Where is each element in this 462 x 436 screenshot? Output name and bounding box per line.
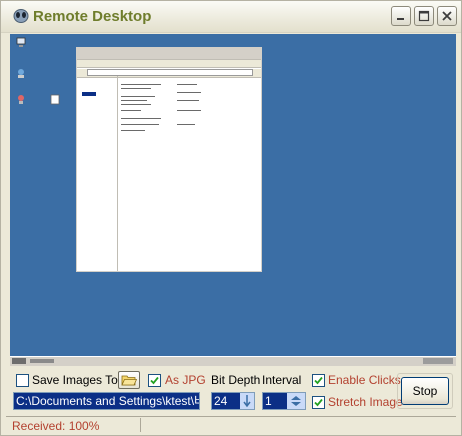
enable-clicks-label: Enable Clicks (328, 373, 401, 387)
bit-depth-spinner[interactable]: 24 (211, 392, 255, 410)
as-jpg-label: As JPG (165, 373, 206, 387)
stretch-image-checkbox[interactable] (312, 396, 325, 409)
close-icon (442, 11, 452, 21)
save-images-checkbox[interactable] (16, 374, 29, 387)
maximize-icon (418, 10, 430, 22)
maximize-button[interactable] (414, 6, 434, 26)
stop-button[interactable]: Stop (401, 377, 449, 405)
checkmark-icon (314, 376, 323, 385)
checkmark-icon (314, 398, 323, 407)
remote-system-tray (423, 358, 453, 364)
interval-value: 1 (265, 394, 272, 408)
enable-clicks-checkbox[interactable] (312, 374, 325, 387)
remote-start-button[interactable] (12, 358, 26, 364)
my-computer-icon (16, 37, 26, 47)
bit-depth-label: Bit Depth (211, 373, 261, 387)
checkmark-icon (150, 376, 159, 385)
interval-label: Interval (262, 373, 302, 387)
status-bar: Received: 100% (6, 416, 456, 433)
save-path-field[interactable]: C:\Documents and Settings\ktest\바탕 (13, 392, 200, 410)
status-separator (140, 418, 141, 432)
status-text: Received: 100% (12, 419, 100, 433)
minimize-button[interactable] (391, 6, 411, 26)
recycle-bin-icon (18, 95, 24, 104)
remote-desktop-window: Remote Desktop Save Images To As JPG Bit… (0, 0, 462, 436)
remote-explorer-window (76, 47, 262, 272)
bit-depth-value: 24 (214, 394, 228, 408)
file-icon (50, 94, 60, 105)
remote-taskbar (10, 356, 456, 366)
save-images-label: Save Images To (32, 373, 118, 387)
interval-spinner[interactable]: 1 (262, 392, 306, 410)
stretch-image-label: Stretch Image (328, 395, 403, 409)
remote-screen-view[interactable] (10, 34, 456, 366)
remote-quick-launch (30, 359, 54, 363)
window-title: Remote Desktop (33, 8, 152, 25)
minimize-icon (397, 18, 404, 20)
alien-app-icon (13, 9, 29, 23)
browse-folder-button[interactable] (118, 371, 140, 389)
up-down-arrows-icon[interactable] (287, 393, 305, 409)
network-icon (18, 69, 24, 78)
as-jpg-checkbox[interactable] (148, 374, 161, 387)
close-button[interactable] (437, 6, 457, 26)
folder-open-icon (121, 375, 137, 386)
title-bar[interactable]: Remote Desktop (1, 1, 461, 33)
spin-down-arrow-icon[interactable] (240, 393, 254, 409)
